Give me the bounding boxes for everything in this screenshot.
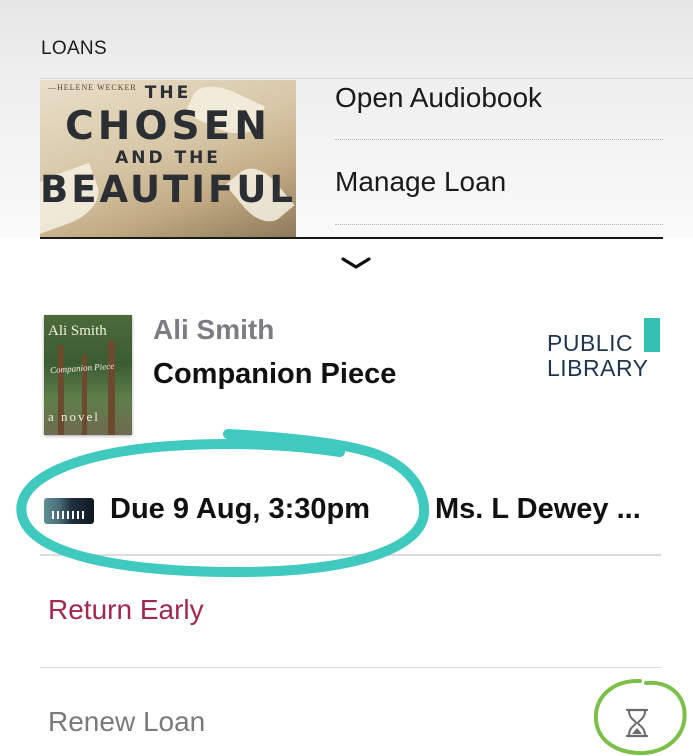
return-early-button[interactable]: Return Early — [48, 594, 204, 626]
library-logo-line: LIBRARY — [547, 355, 649, 381]
cover-author: Ali Smith — [48, 323, 107, 339]
renew-loan-button[interactable]: Renew Loan — [48, 706, 205, 738]
panel-bottom-rule — [40, 237, 663, 239]
open-audiobook-menu-item[interactable]: Open Audiobook — [335, 82, 542, 114]
due-date: Due 9 Aug, 3:30pm — [110, 493, 370, 525]
cover-subtitle: a novel — [48, 409, 100, 424]
hourglass-icon — [625, 708, 649, 738]
book-cover-chosen-and-beautiful[interactable]: —HELENE WECKER THE CHOSEN AND THE BEAUTI… — [40, 80, 296, 238]
manage-loan-menu-item[interactable]: Manage Loan — [335, 166, 506, 198]
book-cover-companion-piece[interactable]: Ali Smith Companion Piece a novel — [44, 315, 132, 435]
book-title[interactable]: Companion Piece — [153, 358, 396, 391]
menu-separator — [335, 139, 663, 140]
loan-details-row: Due 9 Aug, 3:30pm Ms. L Dewey ... — [40, 486, 693, 534]
cover-tree — [108, 340, 115, 435]
section-label: LOANS — [41, 38, 107, 59]
library-logo-flag-icon — [644, 318, 660, 352]
loan-menu-panel: LOANS —HELENE WECKER THE CHOSEN AND THE … — [0, 0, 693, 238]
library-logo-line: PUBLIC — [547, 330, 634, 356]
loan-owner: Ms. L Dewey ... — [435, 493, 641, 525]
divider — [40, 554, 661, 556]
book-author: Ali Smith — [153, 314, 275, 345]
library-logo: PUBLIC LIBRARY — [547, 316, 663, 386]
chevron-down-icon[interactable] — [339, 254, 373, 272]
audiobook-icon — [44, 498, 94, 524]
cover-title-line: BEAUTIFUL — [40, 168, 296, 211]
audiobook-icon-bars — [52, 511, 84, 519]
menu-separator — [335, 224, 663, 225]
cover-title-line: AND THE — [115, 148, 221, 168]
divider — [40, 78, 693, 79]
cover-title-line: THE — [144, 83, 192, 103]
cover-title-line: CHOSEN — [65, 104, 271, 149]
divider — [40, 667, 661, 668]
